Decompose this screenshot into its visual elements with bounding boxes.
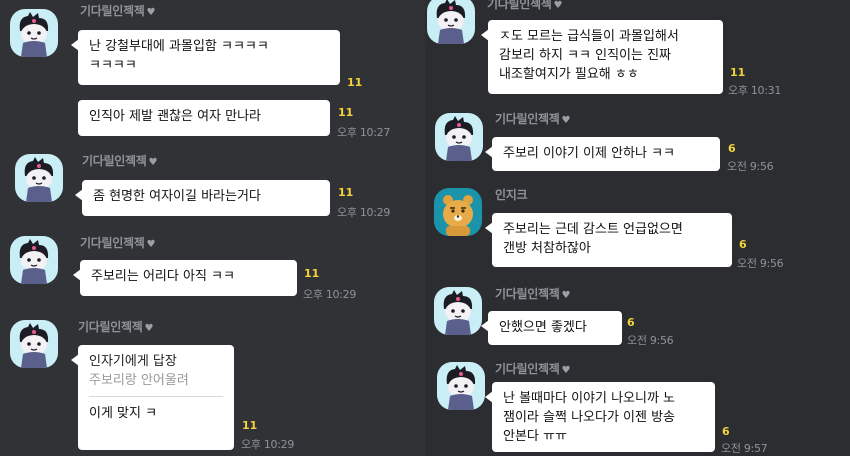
unread-count: 11 (338, 106, 354, 119)
heart-icon: ♥ (146, 239, 156, 250)
chat-column-right: 기다릴인젝젝 ♥ ㅈ도 모르는 급식들이 과몰입해서 감보리 하지 ㅋㅋ 인직이는… (425, 0, 850, 456)
message-line: 난 강철부대에 과몰입함 ㅋㅋㅋㅋ (89, 39, 269, 54)
unread-count: 6 (627, 316, 635, 329)
sender-name[interactable]: 기다릴인젝젝 ♥ (495, 360, 570, 377)
profile-avatar[interactable] (434, 188, 482, 236)
unread-count: 11 (242, 419, 258, 432)
message-line: 감보리 하지 ㅋㅋ 인직이는 진짜 (499, 48, 672, 63)
heart-icon: ♥ (561, 290, 571, 301)
kuromi-profile-icon (443, 290, 473, 335)
message-line: ㅋㅋㅋㅋ (89, 58, 137, 73)
sender-name-text: 기다릴인젝젝 (495, 112, 560, 126)
message-line: 잼이라 슬쩍 나오다가 이젠 방송 (503, 410, 676, 425)
sender-name[interactable]: 기다릴인젝젝 ♥ (495, 285, 570, 302)
kuromi-profile-icon (444, 116, 474, 161)
message-line: 난 볼때마다 이야기 나오니까 노 (503, 391, 676, 406)
kuromi-profile-icon (19, 239, 49, 284)
profile-avatar[interactable] (434, 287, 482, 335)
reply-quote[interactable]: 주보리랑 안어울려 (89, 371, 223, 390)
message-bubble[interactable]: 인직아 제발 괜찮은 여자 만나라 (78, 100, 330, 136)
profile-avatar[interactable] (437, 362, 485, 410)
message-bubble[interactable]: 주보리는 근데 감스트 언급없으면 갠방 처참하잖아 (485, 213, 732, 267)
message-line: ㅈ도 모르는 급식들이 과몰입해서 (499, 29, 679, 44)
kuromi-profile-icon (24, 157, 54, 202)
sender-name-text: 기다릴인젝젝 (80, 236, 145, 250)
profile-avatar[interactable] (10, 236, 58, 284)
unread-count: 6 (739, 238, 747, 251)
message-line: 좀 현명한 여자이길 바라는거다 (93, 189, 261, 204)
message-line: 이게 맞지 ㅋ (89, 406, 158, 421)
profile-avatar[interactable] (435, 113, 483, 161)
heart-icon: ♥ (553, 0, 563, 11)
sender-name[interactable]: 기다릴인젝젝 ♥ (80, 2, 155, 19)
kuromi-profile-icon (19, 323, 49, 368)
sender-name-text: 인지크 (495, 188, 528, 202)
sender-name[interactable]: 기다릴인젝젝 ♥ (78, 318, 153, 335)
message-bubble[interactable]: 난 볼때마다 이야기 나오니까 노 잼이라 슬쩍 나오다가 이젠 방송 안본다 … (485, 382, 715, 452)
message-line: 안본다 ㅠㅠ (503, 429, 567, 444)
sender-name[interactable]: 기다릴인젝젝 ♥ (495, 110, 570, 127)
message-bubble[interactable]: 주보리는 어리다 아직 ㅋㅋ (73, 260, 297, 296)
message-time: 오전 9:57 (721, 442, 768, 455)
unread-count: 11 (304, 267, 320, 280)
unread-count: 6 (722, 425, 730, 438)
message-bubble[interactable]: 난 강철부대에 과몰입함 ㅋㅋㅋㅋ ㅋㅋㅋㅋ (71, 30, 340, 85)
message-time: 오후 10:29 (241, 438, 295, 451)
profile-avatar[interactable] (15, 154, 63, 202)
profile-avatar[interactable] (10, 9, 58, 57)
message-bubble[interactable]: 좀 현명한 여자이길 바라는거다 (75, 180, 330, 216)
heart-icon: ♥ (146, 7, 156, 18)
message-time: 오후 10:31 (728, 84, 782, 97)
unread-count: 11 (338, 186, 354, 199)
message-line: 주보리는 근데 감스트 언급없으면 (503, 222, 683, 237)
chat-column-left: 기다릴인젝젝 ♥ 난 강철부대에 과몰입함 ㅋㅋㅋㅋ ㅋㅋㅋㅋ 11 인직아 제발… (0, 0, 425, 456)
sender-name-text: 기다릴인젝젝 (495, 287, 560, 301)
message-line: 내조할여지가 필요해 ㅎㅎ (499, 67, 639, 82)
sender-name-text: 기다릴인젝젝 (78, 320, 143, 334)
message-time: 오전 9:56 (737, 257, 784, 270)
message-line: 인직아 제발 괜찮은 여자 만나라 (89, 109, 262, 124)
message-time: 오후 10:27 (337, 126, 391, 139)
message-bubble[interactable]: ㅈ도 모르는 급식들이 과몰입해서 감보리 하지 ㅋㅋ 인직이는 진짜 내조할여… (481, 20, 723, 94)
reply-message-bubble[interactable]: 인자기에게 답장 주보리랑 안어울려 이게 맞지 ㅋ (71, 345, 234, 450)
message-bubble[interactable]: 주보리 이야기 이제 안하나 ㅋㅋ (485, 137, 720, 171)
heart-icon: ♥ (148, 157, 158, 168)
kuromi-profile-icon (446, 365, 476, 410)
sender-name[interactable]: 기다릴인젝젝 ♥ (487, 0, 562, 12)
sender-name-text: 기다릴인젝젝 (80, 4, 145, 18)
message-time: 오전 9:56 (627, 334, 674, 347)
heart-icon: ♥ (561, 115, 571, 126)
kuromi-profile-icon (19, 12, 49, 57)
message-line: 주보리는 어리다 아직 ㅋㅋ (91, 269, 235, 284)
message-line: 안했으면 좋겠다 (499, 320, 587, 335)
ryan-profile-icon (443, 195, 473, 236)
sender-name[interactable]: 기다릴인젝젝 ♥ (82, 152, 157, 169)
message-time: 오후 10:29 (303, 288, 357, 301)
message-bubble[interactable]: 안했으면 좋겠다 (481, 311, 622, 345)
sender-name-text: 기다릴인젝젝 (487, 0, 552, 11)
sender-name-text: 기다릴인젝젝 (495, 362, 560, 376)
unread-count: 11 (347, 76, 363, 89)
heart-icon: ♥ (561, 365, 571, 376)
unread-count: 11 (730, 66, 746, 79)
profile-avatar[interactable] (427, 0, 475, 44)
unread-count: 6 (728, 142, 736, 155)
sender-name[interactable]: 기다릴인젝젝 ♥ (80, 234, 155, 251)
reply-target: 인자기에게 답장 (89, 354, 177, 369)
message-line: 주보리 이야기 이제 안하나 ㅋㅋ (503, 146, 676, 161)
message-time: 오후 10:29 (337, 206, 391, 219)
sender-name-text: 기다릴인젝젝 (82, 154, 147, 168)
message-time: 오전 9:56 (727, 160, 774, 173)
kuromi-profile-icon (436, 0, 466, 44)
message-line: 갠방 처참하잖아 (503, 241, 591, 256)
reply-divider (89, 396, 223, 397)
sender-name[interactable]: 인지크 (495, 186, 528, 203)
heart-icon: ♥ (144, 323, 154, 334)
profile-avatar[interactable] (10, 320, 58, 368)
